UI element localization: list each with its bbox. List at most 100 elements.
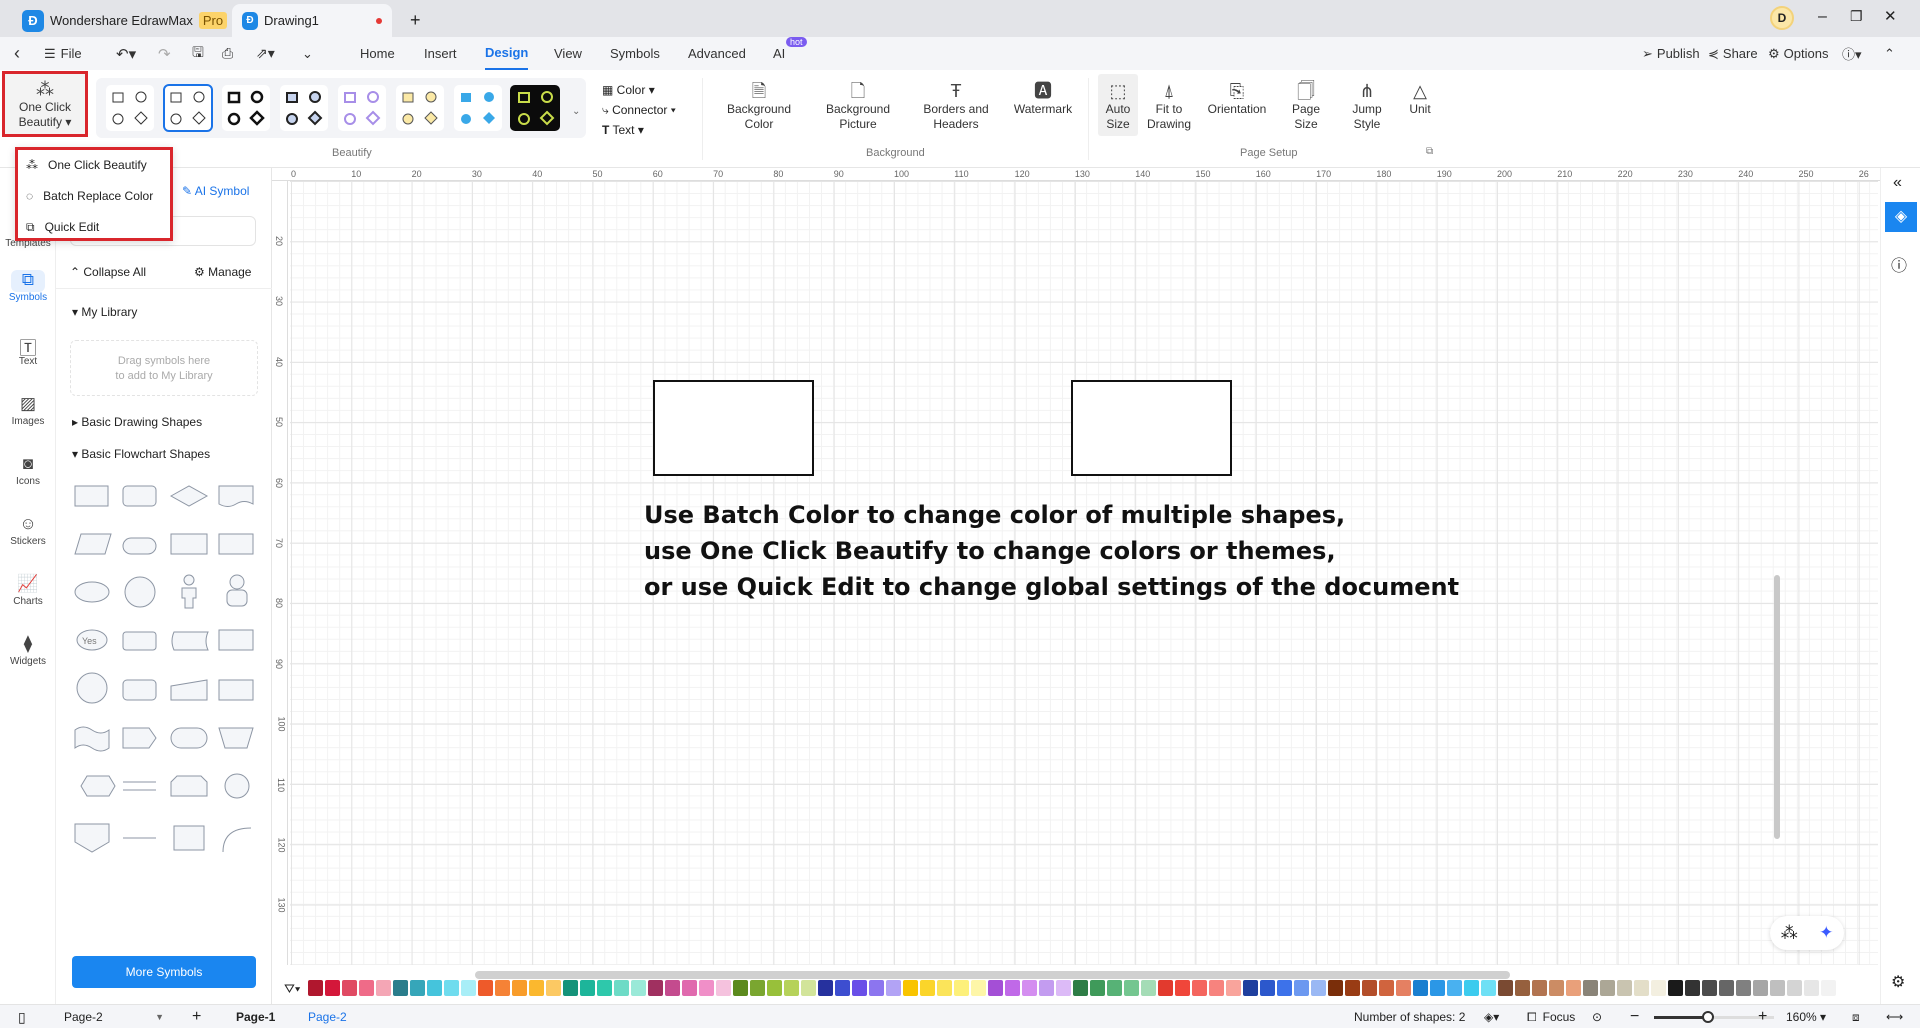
nav-text[interactable]: 🅃 Text (0, 334, 56, 367)
theme-4[interactable] (280, 85, 328, 131)
instruction-text[interactable]: Use Batch Color to change color of multi… (644, 497, 1459, 605)
menu-item-one-click-beautify[interactable]: ⁂ One Click Beautify (26, 152, 147, 178)
color-swatch[interactable] (1532, 980, 1547, 996)
layers-icon[interactable]: ◈▾ (1484, 1005, 1499, 1029)
color-swatch[interactable] (1158, 980, 1173, 996)
quick-access-more-icon[interactable]: ⌄ (302, 37, 313, 70)
color-swatch[interactable] (1294, 980, 1309, 996)
color-swatch[interactable] (1039, 980, 1054, 996)
color-swatch[interactable] (359, 980, 374, 996)
color-swatch[interactable] (920, 980, 935, 996)
one-click-beautify-button[interactable]: ⁂ One Click Beautify ▾ (2, 71, 88, 137)
tab-advanced[interactable]: Advanced (688, 37, 746, 70)
collapse-all-button[interactable]: ⌃ Collapse All (70, 265, 146, 279)
shape-circle[interactable] (124, 576, 156, 608)
color-swatch[interactable] (1141, 980, 1156, 996)
color-swatch[interactable] (1498, 980, 1513, 996)
options-button[interactable]: ⚙ Options (1768, 37, 1828, 70)
shape-process[interactable] (74, 485, 109, 507)
zoom-slider[interactable] (1654, 1011, 1774, 1023)
tab-insert[interactable]: Insert (424, 37, 457, 70)
basic-flowchart-shapes-section[interactable]: ▾ Basic Flowchart Shapes (72, 447, 210, 461)
color-swatch[interactable] (342, 980, 357, 996)
shape-circle-3[interactable] (224, 773, 250, 799)
color-swatch[interactable] (1668, 980, 1683, 996)
color-swatch[interactable] (1277, 980, 1292, 996)
color-swatch[interactable] (767, 980, 782, 996)
color-swatch[interactable] (1719, 980, 1734, 996)
text-dropdown[interactable]: T Text ▾ (602, 120, 676, 140)
shape-document[interactable] (218, 485, 254, 507)
color-swatch[interactable] (1634, 980, 1649, 996)
color-swatch[interactable] (1379, 980, 1394, 996)
shape-predefined[interactable] (170, 533, 208, 555)
color-swatch[interactable] (376, 980, 391, 996)
zoom-level-dropdown[interactable]: 160% ▾ (1786, 1005, 1826, 1029)
theme-2[interactable] (163, 84, 213, 132)
app-tab[interactable]: Ð Wondershare EdrawMax Pro (12, 4, 237, 37)
color-swatch[interactable] (869, 980, 884, 996)
color-swatch[interactable] (665, 980, 680, 996)
borders-headers-button[interactable]: Ŧ Borders and Headers (916, 80, 996, 132)
shape-terminator[interactable] (122, 537, 157, 555)
shape-rounded-rect[interactable] (122, 485, 157, 507)
save-icon[interactable]: 🖫 (192, 37, 204, 70)
theme-3[interactable] (222, 85, 270, 131)
color-swatch[interactable] (1073, 980, 1088, 996)
zoom-in-button[interactable]: + (1758, 1005, 1767, 1029)
shape-trapezoid[interactable] (218, 727, 254, 749)
color-swatch[interactable] (903, 980, 918, 996)
color-swatch[interactable] (682, 980, 697, 996)
color-swatch[interactable] (427, 980, 442, 996)
nav-symbols[interactable]: ⧉ Symbols (0, 270, 56, 303)
menu-item-quick-edit[interactable]: ⧉ Quick Edit (26, 214, 99, 240)
color-swatch[interactable] (1192, 980, 1207, 996)
tab-home[interactable]: Home (360, 37, 395, 70)
color-swatch[interactable] (716, 980, 731, 996)
color-swatch[interactable] (1090, 980, 1105, 996)
restore-icon[interactable]: ❐ (1850, 8, 1863, 25)
jump-style-button[interactable]: ⋔ Jump Style (1346, 80, 1388, 132)
add-page-button[interactable]: + (192, 1005, 201, 1029)
tab-symbols[interactable]: Symbols (610, 37, 660, 70)
color-swatch[interactable] (631, 980, 646, 996)
shape-manual-input[interactable] (170, 679, 208, 701)
color-swatch[interactable] (1753, 980, 1768, 996)
color-swatch[interactable] (937, 980, 952, 996)
color-swatch[interactable] (954, 980, 969, 996)
color-swatch[interactable] (308, 980, 323, 996)
orientation-button[interactable]: ⎘ Orientation (1202, 80, 1272, 117)
color-swatch[interactable] (1345, 980, 1360, 996)
collapse-ribbon-icon[interactable]: ⌃ (1884, 37, 1895, 70)
color-swatch[interactable] (1447, 980, 1462, 996)
shape-arc[interactable] (222, 827, 252, 853)
minimize-icon[interactable]: – (1818, 8, 1827, 26)
color-swatch[interactable] (1430, 980, 1445, 996)
color-swatch[interactable] (1770, 980, 1785, 996)
share-button[interactable]: ⋞ Share (1708, 37, 1758, 70)
tab-ai[interactable]: AI (773, 37, 785, 70)
color-swatch[interactable] (750, 980, 765, 996)
nav-stickers[interactable]: ☺ Stickers (0, 514, 56, 547)
color-swatch[interactable] (1362, 980, 1377, 996)
color-swatch[interactable] (1583, 980, 1598, 996)
color-swatch[interactable] (886, 980, 901, 996)
more-symbols-button[interactable]: More Symbols (72, 956, 256, 988)
ai-sparkle-icon[interactable]: ✦ (1819, 923, 1833, 943)
shape-note[interactable] (173, 825, 205, 851)
color-swatch[interactable] (1821, 980, 1836, 996)
shape-decision[interactable] (169, 485, 209, 507)
background-color-button[interactable]: 🗎 Background Color (718, 80, 800, 132)
menu-item-batch-replace-color[interactable]: ◌ Batch Replace Color (26, 183, 153, 209)
shape-display[interactable] (218, 679, 254, 701)
fill-bucket-icon[interactable]: ⛛▾ (284, 981, 300, 997)
color-swatch[interactable] (1685, 980, 1700, 996)
color-swatch[interactable] (1209, 980, 1224, 996)
color-swatch[interactable] (410, 980, 425, 996)
page-size-button[interactable]: 🗍 Page Size (1284, 80, 1328, 132)
rectangle-shape[interactable] (1071, 380, 1232, 476)
color-swatch[interactable] (648, 980, 663, 996)
play-icon[interactable]: ⊙ (1592, 1005, 1602, 1029)
color-swatch[interactable] (1651, 980, 1666, 996)
color-swatch[interactable] (546, 980, 561, 996)
